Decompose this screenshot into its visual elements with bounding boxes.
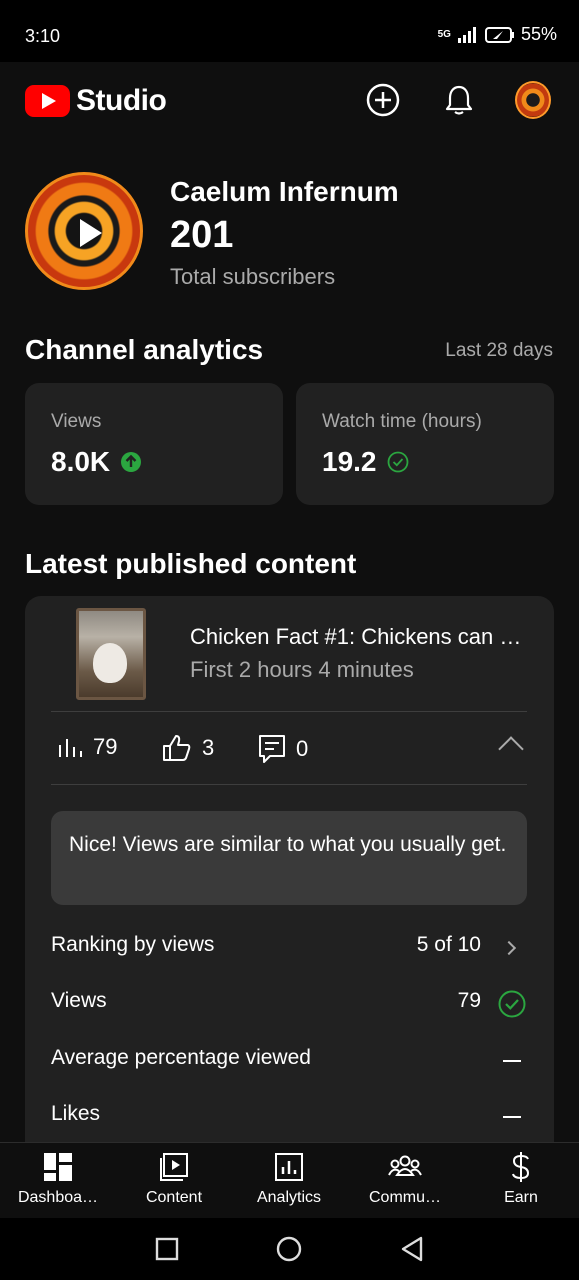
nav-label: Dashboa… — [17, 1189, 99, 1206]
nav-label: Commu… — [368, 1189, 441, 1206]
video-title[interactable]: Chicken Fact #1: Chickens can … — [190, 624, 535, 650]
app-bar: Studio — [0, 62, 579, 140]
create-button[interactable] — [365, 82, 401, 118]
bar-chart-icon — [59, 739, 82, 757]
bottom-navigation: Dashboa… Content Analytics Commu… Earn — [0, 1142, 579, 1218]
analytics-title: Channel analytics — [25, 334, 264, 365]
row-value: 5 of 10 — [416, 933, 481, 956]
youtube-logo-icon — [25, 85, 70, 117]
nav-earn[interactable]: Earn — [463, 1151, 579, 1207]
average-percentage-row: Average percentage viewed — [51, 1046, 527, 1076]
collapse-chevron-icon[interactable] — [498, 736, 524, 762]
row-label: Views — [51, 989, 107, 1012]
nav-dashboard[interactable]: Dashboa… — [0, 1151, 116, 1207]
nav-label: Earn — [504, 1189, 538, 1206]
views-row: Views 79 — [51, 989, 527, 1019]
divider — [51, 711, 527, 712]
status-indicators: 5G 55% — [438, 24, 557, 45]
status-time: 3:10 — [25, 26, 61, 46]
avatar — [515, 81, 551, 119]
arrow-up-circle-icon — [121, 452, 142, 472]
comments-count: 0 — [296, 736, 309, 761]
stat-label: Views — [51, 411, 102, 432]
battery-icon — [484, 26, 514, 43]
home-button[interactable] — [276, 1236, 302, 1262]
thumbnail-chicken — [93, 643, 127, 683]
status-bar: 3:10 5G 55% — [0, 0, 579, 62]
ranking-row[interactable]: Ranking by views 5 of 10 — [51, 933, 527, 963]
notifications-button[interactable] — [441, 82, 477, 118]
views-value: 8.0K — [51, 446, 111, 477]
comments-metric: 0 — [258, 734, 308, 764]
channel-avatar — [25, 172, 143, 290]
system-navigation-bar — [0, 1218, 579, 1280]
watch-time-value: 19.2 — [322, 446, 377, 477]
bell-icon — [445, 85, 473, 115]
video-thumbnail[interactable] — [76, 608, 146, 700]
views-metric: 79 — [57, 734, 117, 760]
analytics-period: Last 28 days — [445, 340, 553, 361]
stat-label: Watch time (hours) — [322, 411, 482, 432]
stat-value: 8.0K — [51, 446, 142, 478]
network-label: 5G — [437, 29, 451, 40]
row-label: Likes — [51, 1102, 101, 1125]
nav-community[interactable]: Commu… — [347, 1151, 463, 1207]
recents-button[interactable] — [154, 1236, 180, 1262]
dashboard-icon — [44, 1153, 72, 1181]
empty-value-dash — [503, 1116, 521, 1118]
nav-label: Analytics — [256, 1189, 322, 1206]
nav-content[interactable]: Content — [116, 1151, 232, 1207]
chevron-right-icon — [501, 940, 517, 956]
divider — [51, 784, 527, 785]
studio-logo[interactable]: Studio — [25, 84, 167, 118]
latest-content-card: Chicken Fact #1: Chickens can … First 2 … — [25, 596, 554, 1156]
account-button[interactable] — [515, 81, 551, 119]
subscriber-count: 201 — [170, 214, 234, 256]
views-card[interactable]: Views 8.0K — [25, 383, 283, 505]
watch-time-card[interactable]: Watch time (hours) 19.2 — [296, 383, 554, 505]
battery-level: 55% — [520, 24, 557, 44]
latest-content-title: Latest published content — [25, 548, 357, 579]
video-timeframe: First 2 hours 4 minutes — [190, 657, 414, 682]
likes-row: Likes — [51, 1102, 527, 1132]
earn-icon — [512, 1152, 530, 1182]
row-value — [497, 1046, 527, 1076]
channel-header: Caelum Infernum 201 Total subscribers — [25, 172, 555, 292]
channel-name: Caelum Infernum — [170, 176, 399, 207]
back-triangle-icon — [401, 1236, 423, 1262]
check-circle-icon — [387, 451, 408, 473]
views-count: 79 — [93, 734, 118, 759]
stat-value: 19.2 — [322, 446, 409, 478]
add-circle-icon — [366, 83, 400, 117]
nav-analytics[interactable]: Analytics — [231, 1151, 347, 1207]
check-circle-icon — [498, 990, 526, 1018]
empty-value-dash — [503, 1060, 521, 1062]
subscriber-label: Total subscribers — [170, 264, 336, 289]
app-name: Studio — [76, 84, 167, 117]
circle-icon — [276, 1236, 302, 1262]
row-label: Ranking by views — [51, 933, 215, 956]
row-value — [497, 1102, 527, 1132]
likes-metric: 3 — [162, 734, 214, 762]
insight-banner: Nice! Views are similar to what you usua… — [51, 811, 527, 905]
content-icon — [160, 1153, 188, 1181]
row-label: Average percentage viewed — [51, 1046, 311, 1069]
analytics-icon — [275, 1153, 303, 1181]
comment-icon — [259, 735, 285, 763]
row-value: 79 — [457, 989, 481, 1012]
back-button[interactable] — [399, 1236, 425, 1262]
nav-label: Content — [145, 1189, 203, 1206]
likes-count: 3 — [202, 735, 215, 760]
play-icon — [80, 219, 102, 247]
community-icon — [388, 1155, 422, 1176]
signal-icon — [457, 26, 476, 43]
square-icon — [155, 1237, 179, 1261]
thumbs-up-icon — [163, 735, 191, 761]
